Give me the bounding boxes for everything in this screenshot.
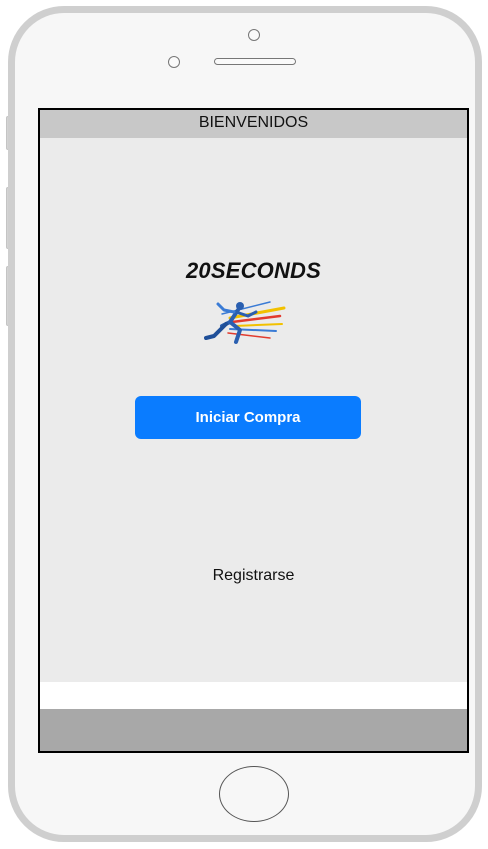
content-footer-strip <box>40 682 467 709</box>
app-screen: BIENVENIDOS 20SECONDS Iniciar Compra Reg… <box>38 108 469 753</box>
phone-mockup: BIENVENIDOS 20SECONDS Iniciar Compra Reg… <box>0 0 488 849</box>
front-camera-icon <box>248 29 260 41</box>
start-purchase-button[interactable]: Iniciar Compra <box>135 396 361 439</box>
brand-title: 20SECONDS <box>185 258 322 283</box>
runner-logo-icon <box>204 301 286 344</box>
register-link[interactable]: Registrarse <box>40 567 467 585</box>
bottom-bar <box>40 709 467 751</box>
sensor-icon <box>168 56 180 68</box>
speaker-icon <box>214 58 296 65</box>
header-title: BIENVENIDOS <box>40 110 467 138</box>
home-button-icon[interactable] <box>219 766 289 822</box>
